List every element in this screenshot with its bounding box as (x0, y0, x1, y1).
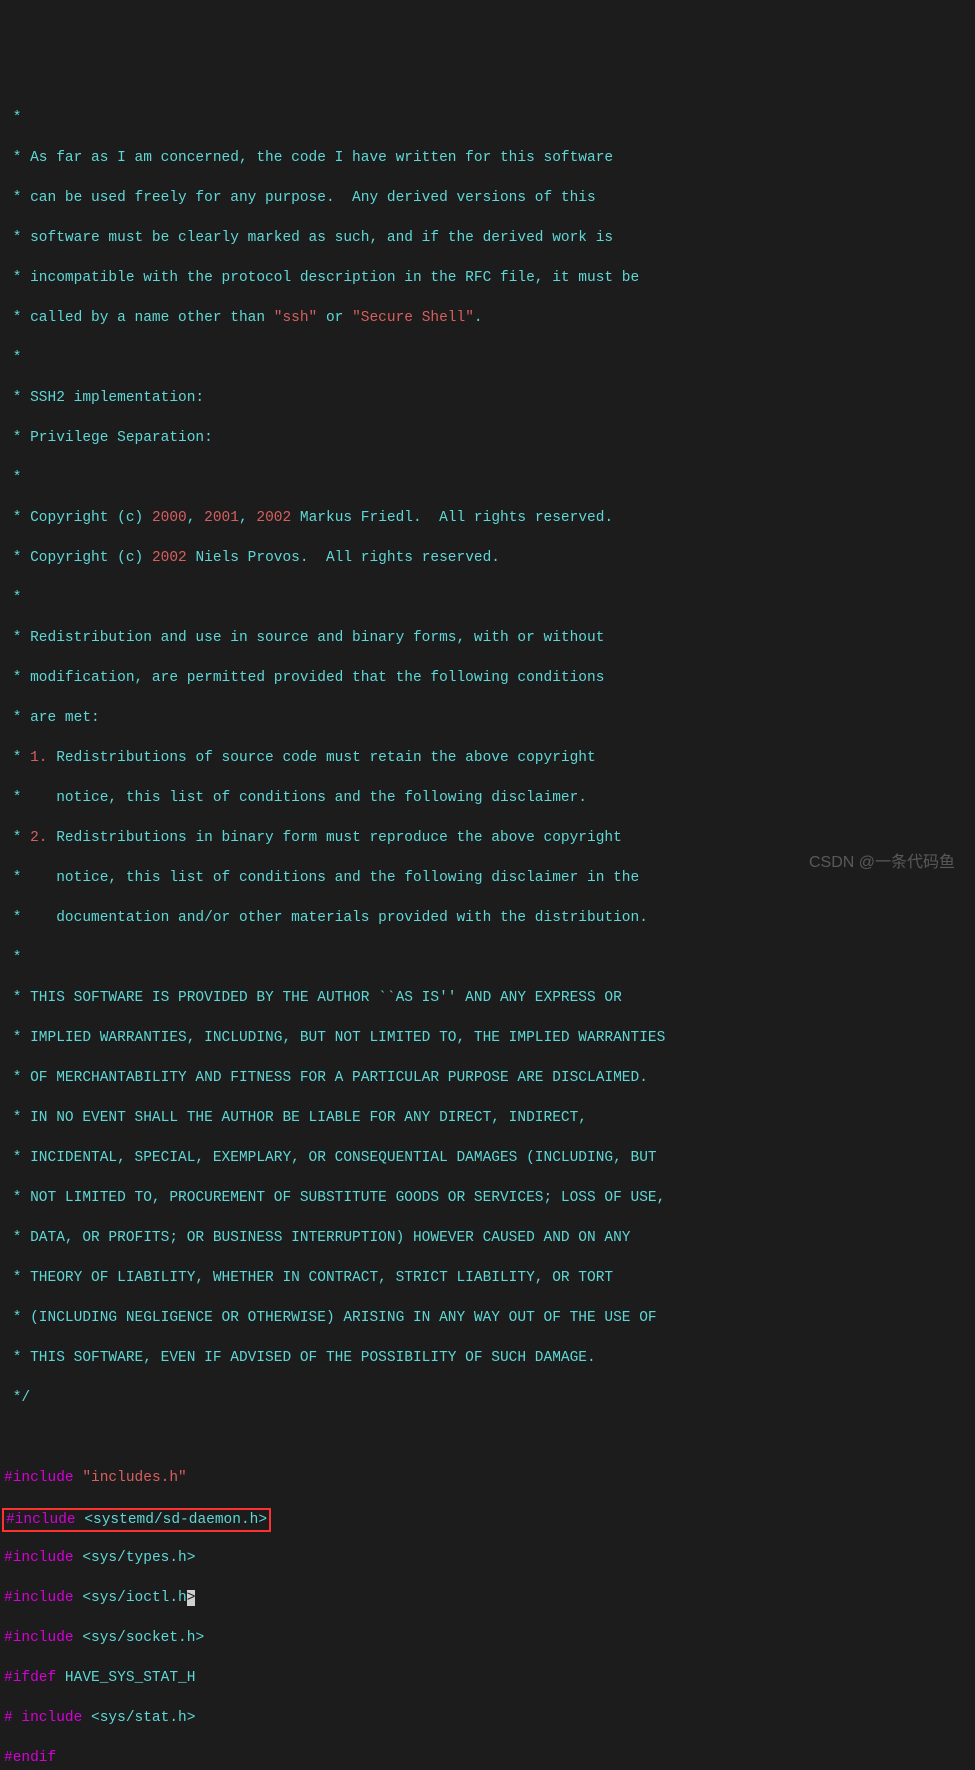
blank-line (4, 1428, 971, 1448)
comment-line: * Privilege Separation: (4, 428, 971, 448)
comment-line: * documentation and/or other materials p… (4, 908, 971, 928)
include-line: #include "includes.h" (4, 1468, 971, 1488)
include-directive: # include (4, 1710, 91, 1726)
comment-line: * Redistribution and use in source and b… (4, 628, 971, 648)
list-number: 1. (30, 750, 47, 766)
comment-line: * THIS SOFTWARE, EVEN IF ADVISED OF THE … (4, 1348, 971, 1368)
comment-line: * software must be clearly marked as suc… (4, 228, 971, 248)
string-literal: "Secure Shell" (352, 310, 474, 326)
comment-line: * Copyright (c) 2002 Niels Provos. All r… (4, 548, 971, 568)
include-directive: #include (6, 1512, 84, 1528)
list-number: 2. (30, 830, 47, 846)
comment-line: * 1. Redistributions of source code must… (4, 748, 971, 768)
include-path: <sys/ioctl.h (82, 1590, 186, 1606)
comment-line: * As far as I am concerned, the code I h… (4, 148, 971, 168)
include-directive: #include (4, 1630, 82, 1646)
include-directive: #include (4, 1470, 82, 1486)
comment-line: * modification, are permitted provided t… (4, 668, 971, 688)
comment-line: * incompatible with the protocol descrip… (4, 268, 971, 288)
comment-line: * DATA, OR PROFITS; OR BUSINESS INTERRUP… (4, 1228, 971, 1248)
include-line: #include <sys/ioctl.h> (4, 1588, 971, 1608)
include-path: "includes.h" (82, 1470, 186, 1486)
comment-line: */ (4, 1388, 971, 1408)
comment-line: * NOT LIMITED TO, PROCUREMENT OF SUBSTIT… (4, 1188, 971, 1208)
comment-line: * notice, this list of conditions and th… (4, 788, 971, 808)
comment-line: * IN NO EVENT SHALL THE AUTHOR BE LIABLE… (4, 1108, 971, 1128)
include-line: #include <sys/types.h> (4, 1548, 971, 1568)
comment-line: * IMPLIED WARRANTIES, INCLUDING, BUT NOT… (4, 1028, 971, 1048)
ifdef-line: #ifdef HAVE_SYS_STAT_H (4, 1668, 971, 1688)
comment-line: * THIS SOFTWARE IS PROVIDED BY THE AUTHO… (4, 988, 971, 1008)
include-line: #include <sys/socket.h> (4, 1628, 971, 1648)
endif-line: #endif (4, 1748, 971, 1768)
year-number: 2001 (204, 510, 239, 526)
comment-line: * 2. Redistributions in binary form must… (4, 828, 971, 848)
include-directive: #include (4, 1550, 82, 1566)
year-number: 2002 (256, 510, 291, 526)
comment-line: * THEORY OF LIABILITY, WHETHER IN CONTRA… (4, 1268, 971, 1288)
include-path: <systemd/sd-daemon.h> (84, 1512, 267, 1528)
year-number: 2002 (152, 550, 187, 566)
include-line-highlighted: #include <systemd/sd-daemon.h> (4, 1508, 971, 1528)
include-line: # include <sys/stat.h> (4, 1708, 971, 1728)
include-path: <sys/socket.h> (82, 1630, 204, 1646)
comment-line: * INCIDENTAL, SPECIAL, EXEMPLARY, OR CON… (4, 1148, 971, 1168)
comment-line: * (4, 108, 971, 128)
include-path: <sys/stat.h> (91, 1710, 195, 1726)
code-editor[interactable]: * * As far as I am concerned, the code I… (4, 88, 971, 1770)
comment-line: * (4, 468, 971, 488)
comment-line: * Copyright (c) 2000, 2001, 2002 Markus … (4, 508, 971, 528)
text-cursor: > (187, 1590, 196, 1606)
comment-line: * can be used freely for any purpose. An… (4, 188, 971, 208)
year-number: 2000 (152, 510, 187, 526)
comment-line: * (INCLUDING NEGLIGENCE OR OTHERWISE) AR… (4, 1308, 971, 1328)
comment-line: * called by a name other than "ssh" or "… (4, 308, 971, 328)
comment-line: * (4, 348, 971, 368)
comment-line: * (4, 948, 971, 968)
ifdef-directive: #ifdef (4, 1670, 65, 1686)
comment-line: * (4, 588, 971, 608)
comment-line: * OF MERCHANTABILITY AND FITNESS FOR A P… (4, 1068, 971, 1088)
include-path: <sys/types.h> (82, 1550, 195, 1566)
string-literal: "ssh" (274, 310, 318, 326)
include-directive: #include (4, 1590, 82, 1606)
highlight-box: #include <systemd/sd-daemon.h> (2, 1508, 271, 1532)
comment-line: * are met: (4, 708, 971, 728)
comment-line: * SSH2 implementation: (4, 388, 971, 408)
macro-name: HAVE_SYS_STAT_H (65, 1670, 196, 1686)
watermark-text: CSDN @一条代码鱼 (809, 853, 955, 873)
